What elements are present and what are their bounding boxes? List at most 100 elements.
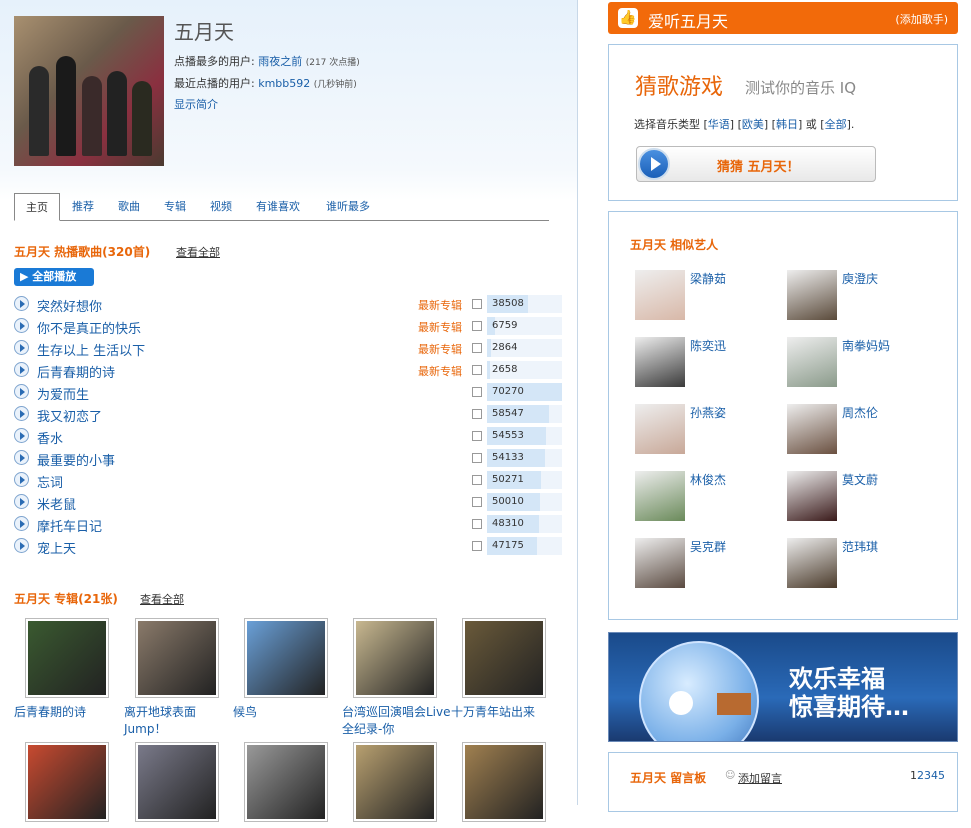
add-message-link[interactable]: 添加留言 bbox=[738, 770, 782, 786]
type-chinese-link[interactable]: 华语 bbox=[708, 118, 730, 131]
play-icon[interactable] bbox=[14, 362, 29, 377]
play-icon[interactable] bbox=[14, 538, 29, 553]
artist-avatar[interactable] bbox=[787, 538, 837, 588]
song-row[interactable]: 为爱而生 70270 bbox=[14, 382, 564, 404]
song-title[interactable]: 宠上天 bbox=[37, 538, 76, 557]
artist-avatar[interactable] bbox=[787, 471, 837, 521]
artist-avatar[interactable] bbox=[635, 337, 685, 387]
artist-avatar[interactable] bbox=[635, 404, 685, 454]
song-checkbox[interactable] bbox=[472, 321, 482, 331]
similar-artist[interactable]: 周杰伦 bbox=[787, 404, 927, 459]
song-title[interactable]: 摩托车日记 bbox=[37, 516, 102, 535]
song-row[interactable]: 摩托车日记 48310 bbox=[14, 514, 564, 536]
similar-artist[interactable]: 范玮琪 bbox=[787, 538, 927, 593]
song-checkbox[interactable] bbox=[472, 299, 482, 309]
page-1[interactable]: 1 bbox=[910, 769, 917, 782]
type-western-link[interactable]: 欧美 bbox=[742, 118, 764, 131]
similar-artist-name[interactable]: 陈奕迅 bbox=[690, 337, 726, 354]
play-icon[interactable] bbox=[14, 406, 29, 421]
similar-artist[interactable]: 陈奕迅 bbox=[635, 337, 775, 392]
album-item[interactable] bbox=[124, 742, 234, 828]
top-user-link[interactable]: 雨夜之前 bbox=[258, 55, 302, 68]
play-icon[interactable] bbox=[14, 384, 29, 399]
album-item[interactable] bbox=[451, 742, 561, 828]
album-cover[interactable] bbox=[25, 742, 109, 822]
song-checkbox[interactable] bbox=[472, 497, 482, 507]
song-title[interactable]: 最重要的小事 bbox=[37, 450, 115, 469]
tab-top-listeners[interactable]: 谁听最多 bbox=[318, 193, 378, 221]
tab-home[interactable]: 主页 bbox=[14, 193, 60, 221]
album-item[interactable] bbox=[342, 742, 452, 828]
artist-avatar[interactable] bbox=[787, 404, 837, 454]
album-item[interactable]: 离开地球表面Jump！ bbox=[124, 618, 234, 738]
song-row[interactable]: 我又初恋了 58547 bbox=[14, 404, 564, 426]
new-album-label[interactable]: 最新专辑 bbox=[418, 319, 462, 335]
album-item[interactable]: 台湾巡回演唱会Live全纪录-你 bbox=[342, 618, 452, 738]
album-item[interactable] bbox=[14, 742, 124, 828]
similar-artist[interactable]: 莫文蔚 bbox=[787, 471, 927, 526]
promo-banner[interactable]: 欢乐幸福 惊喜期待… bbox=[608, 632, 958, 742]
song-row[interactable]: 后青春期的诗 最新专辑 2658 bbox=[14, 360, 564, 382]
page-4[interactable]: 4 bbox=[931, 769, 938, 782]
album-item[interactable]: 候鸟 bbox=[233, 618, 343, 721]
new-album-label[interactable]: 最新专辑 bbox=[418, 297, 462, 313]
recent-user-link[interactable]: kmbb592 bbox=[258, 77, 310, 90]
song-row[interactable]: 宠上天 47175 bbox=[14, 536, 564, 558]
album-cover[interactable] bbox=[353, 618, 437, 698]
album-cover[interactable] bbox=[462, 618, 546, 698]
album-item[interactable] bbox=[233, 742, 343, 828]
similar-artist[interactable]: 孙燕姿 bbox=[635, 404, 775, 459]
albums-view-all-link[interactable]: 查看全部 bbox=[140, 591, 184, 607]
page-3[interactable]: 3 bbox=[924, 769, 931, 782]
song-checkbox[interactable] bbox=[472, 365, 482, 375]
similar-artist[interactable]: 南拳妈妈 bbox=[787, 337, 927, 392]
album-cover[interactable] bbox=[353, 742, 437, 822]
similar-artist-name[interactable]: 孙燕姿 bbox=[690, 404, 726, 421]
add-singer-link[interactable]: (添加歌手) bbox=[895, 11, 948, 27]
play-icon[interactable] bbox=[14, 494, 29, 509]
album-title[interactable]: 后青春期的诗 bbox=[14, 704, 124, 721]
tab-recommend[interactable]: 推荐 bbox=[64, 193, 102, 221]
show-intro-link[interactable]: 显示简介 bbox=[174, 96, 218, 112]
play-icon[interactable] bbox=[14, 340, 29, 355]
album-title[interactable]: 离开地球表面Jump！ bbox=[124, 704, 234, 738]
type-all-link[interactable]: 全部 bbox=[825, 118, 847, 131]
song-row[interactable]: 米老鼠 50010 bbox=[14, 492, 564, 514]
album-title[interactable]: 台湾巡回演唱会Live全纪录-你 bbox=[342, 704, 452, 738]
play-icon[interactable] bbox=[14, 472, 29, 487]
new-album-label[interactable]: 最新专辑 bbox=[418, 363, 462, 379]
similar-artist[interactable]: 庾澄庆 bbox=[787, 270, 927, 325]
song-title[interactable]: 米老鼠 bbox=[37, 494, 76, 513]
album-title[interactable]: 十万青年站出来 bbox=[451, 704, 561, 721]
song-checkbox[interactable] bbox=[472, 409, 482, 419]
song-checkbox[interactable] bbox=[472, 475, 482, 485]
play-icon[interactable] bbox=[14, 428, 29, 443]
guess-button[interactable]: 猜猜 五月天！ bbox=[636, 146, 876, 182]
song-checkbox[interactable] bbox=[472, 343, 482, 353]
play-icon[interactable] bbox=[14, 450, 29, 465]
song-title[interactable]: 你不是真正的快乐 bbox=[37, 318, 141, 337]
song-row[interactable]: 生存以上 生活以下 最新专辑 2864 bbox=[14, 338, 564, 360]
song-checkbox[interactable] bbox=[472, 453, 482, 463]
similar-artist-name[interactable]: 周杰伦 bbox=[842, 404, 878, 421]
artist-avatar[interactable] bbox=[787, 270, 837, 320]
song-checkbox[interactable] bbox=[472, 431, 482, 441]
artist-avatar[interactable] bbox=[787, 337, 837, 387]
song-checkbox[interactable] bbox=[472, 519, 482, 529]
tab-who-likes[interactable]: 有谁喜欢 bbox=[248, 193, 308, 221]
similar-artist-name[interactable]: 南拳妈妈 bbox=[842, 337, 890, 354]
similar-artist[interactable]: 吴克群 bbox=[635, 538, 775, 593]
similar-artist-name[interactable]: 莫文蔚 bbox=[842, 471, 878, 488]
album-cover[interactable] bbox=[462, 742, 546, 822]
artist-avatar[interactable] bbox=[635, 538, 685, 588]
tab-albums[interactable]: 专辑 bbox=[156, 193, 194, 221]
song-row[interactable]: 忘词 50271 bbox=[14, 470, 564, 492]
page-2[interactable]: 2 bbox=[917, 769, 924, 782]
similar-artist-name[interactable]: 梁静茹 bbox=[690, 270, 726, 287]
song-checkbox[interactable] bbox=[472, 541, 482, 551]
album-title[interactable]: 候鸟 bbox=[233, 704, 343, 721]
song-row[interactable]: 香水 54553 bbox=[14, 426, 564, 448]
album-item[interactable]: 十万青年站出来 bbox=[451, 618, 561, 721]
song-row[interactable]: 突然好想你 最新专辑 38508 bbox=[14, 294, 564, 316]
album-cover[interactable] bbox=[244, 742, 328, 822]
